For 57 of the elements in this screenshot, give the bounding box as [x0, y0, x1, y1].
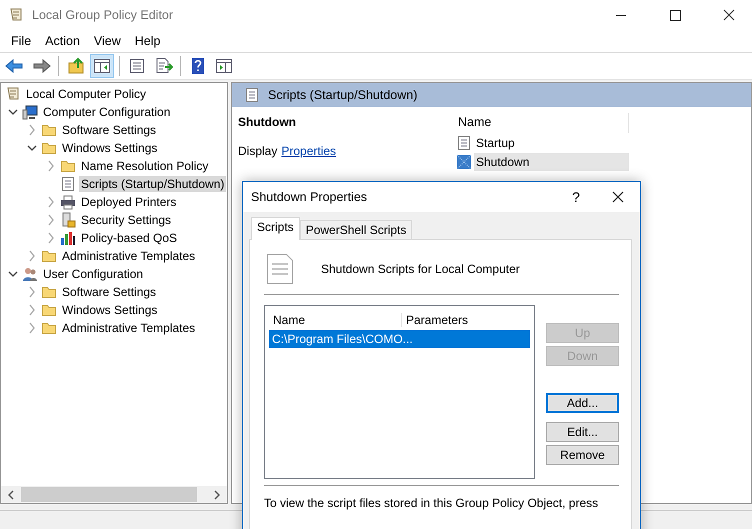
tree-item[interactable]: Name Resolution Policy — [79, 158, 210, 174]
computer-icon — [22, 104, 38, 120]
tree-item[interactable]: Windows Settings — [60, 140, 160, 156]
script-file-icon — [266, 253, 294, 285]
list-item[interactable]: Shutdown — [474, 152, 629, 170]
menu-item[interactable]: Help — [128, 34, 168, 48]
column-header[interactable]: Parameters — [402, 313, 468, 327]
close-icon[interactable] — [612, 191, 624, 203]
display-label: Display — [238, 144, 278, 158]
column-header[interactable]: Name — [269, 313, 402, 327]
column-header[interactable]: Name — [454, 113, 629, 133]
scroll-icon — [8, 7, 24, 23]
tree-item[interactable]: User Configuration — [41, 266, 146, 282]
menu-item[interactable]: Action — [38, 34, 87, 48]
folder-icon — [41, 284, 57, 300]
tree-item[interactable]: Policy-based QoS — [79, 230, 180, 246]
folder-icon — [41, 320, 57, 336]
tree-item[interactable]: Software Settings — [60, 284, 158, 300]
console-tree-icon[interactable] — [90, 54, 114, 78]
folder-icon — [60, 158, 76, 174]
tree-item[interactable]: Deployed Printers — [79, 194, 178, 210]
scroll-icon — [5, 86, 21, 102]
tree-item[interactable]: Security Settings — [79, 212, 174, 228]
dialog-title: Shutdown Properties — [251, 190, 368, 204]
tree-item[interactable]: Local Computer Policy — [24, 86, 148, 102]
server-lock-icon — [60, 212, 76, 228]
printer-icon — [60, 194, 76, 210]
menu-item[interactable]: View — [86, 34, 128, 48]
tab[interactable]: PowerShell Scripts — [300, 220, 412, 239]
section-heading: Shutdown Scripts for Local Computer — [321, 262, 520, 276]
tree-item[interactable]: Administrative Templates — [60, 248, 198, 264]
scrollbar-thumb[interactable] — [21, 487, 197, 502]
folder-icon — [41, 248, 57, 264]
folder-icon — [41, 122, 57, 138]
item-heading: Shutdown — [238, 115, 297, 129]
pane-title: Scripts (Startup/Shutdown) — [268, 88, 418, 102]
menu-item[interactable]: File — [4, 34, 38, 48]
folder-icon — [41, 302, 57, 318]
dialog-button[interactable]: Remove — [546, 445, 619, 465]
instruction-text: To view the script files stored in this Group Policy Object, press — [264, 496, 600, 510]
tree-item[interactable]: Scripts (Startup/Shutdown) — [79, 176, 226, 192]
dialog-button[interactable]: Edit... — [546, 422, 619, 442]
help-button[interactable]: ? — [556, 182, 596, 212]
tab[interactable]: Scripts — [251, 217, 300, 240]
folder-icon — [41, 140, 57, 156]
horizontal-scrollbar[interactable] — [1, 486, 227, 503]
dialog-button[interactable]: Add... — [546, 393, 619, 413]
tree-item[interactable]: Computer Configuration — [41, 104, 172, 120]
bar-chart-icon — [60, 230, 76, 246]
tree-item[interactable]: Software Settings — [60, 122, 158, 138]
script-row[interactable]: C:\Program Files\COMO... — [269, 330, 530, 348]
tree-item[interactable]: Administrative Templates — [60, 320, 198, 336]
properties-link[interactable]: Properties — [281, 144, 336, 158]
tree-item[interactable]: Windows Settings — [60, 302, 160, 318]
window-title: Local Group Policy Editor — [32, 8, 174, 22]
users-icon — [22, 266, 38, 282]
list-item[interactable]: Startup — [474, 134, 629, 152]
